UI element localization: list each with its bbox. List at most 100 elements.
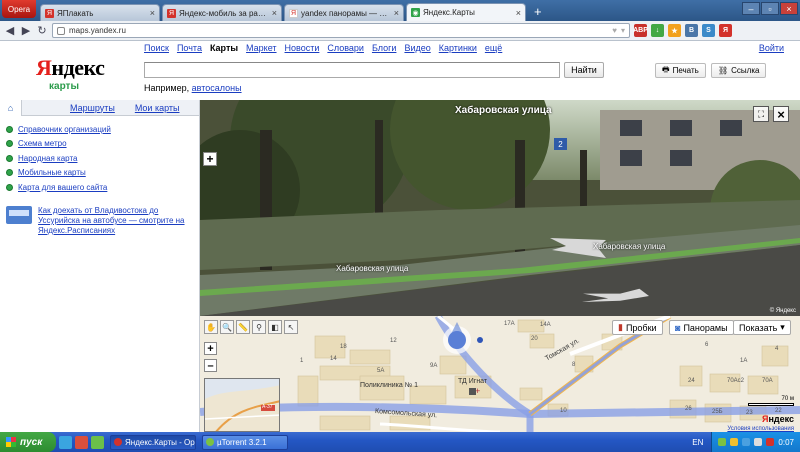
back-icon[interactable]: ◀ xyxy=(4,24,16,37)
tray-icon[interactable] xyxy=(766,438,775,446)
yandex-favicon-icon: Я xyxy=(167,8,176,18)
reload-icon[interactable]: ↻ xyxy=(36,24,48,37)
download-extension-icon[interactable]: ↓ xyxy=(651,24,664,37)
sidebar-item-label[interactable]: Мобильные карты xyxy=(18,168,86,177)
close-tab-icon[interactable]: × xyxy=(394,8,399,18)
sidebar-item-site-map[interactable]: Карта для вашего сайта xyxy=(6,180,199,195)
new-tab-button[interactable]: + xyxy=(534,5,542,19)
close-tab-icon[interactable]: × xyxy=(516,8,521,18)
volume-icon[interactable] xyxy=(754,438,763,446)
cursor-tool-icon[interactable]: ↖ xyxy=(284,320,298,334)
map-view[interactable]: + ✋ 🔍 📏 ⚲ ◧ ↖ + – А-37 ▮ Пробки ◙ Панорамы… xyxy=(200,316,800,432)
close-panorama-icon[interactable]: × xyxy=(773,106,789,122)
route-tool-icon[interactable]: ⚲ xyxy=(252,320,266,334)
sidebar-item-label[interactable]: Народная карта xyxy=(18,154,77,163)
poi-label-clinic[interactable]: Поликлиника № 1 xyxy=(360,382,418,389)
tab-title: yandex панорамы — Яндекс xyxy=(301,8,391,18)
magnifier-tool-icon[interactable]: 🔍 xyxy=(220,320,234,334)
tab-routes[interactable]: Маршруты xyxy=(70,103,115,113)
quicklaunch-icon[interactable] xyxy=(59,435,72,449)
minimize-icon[interactable]: – xyxy=(742,2,760,15)
maximize-icon[interactable]: ▫ xyxy=(761,2,779,15)
service-link[interactable]: Картинки xyxy=(439,43,477,53)
example-link[interactable]: автосалоны xyxy=(192,83,242,93)
adblock-extension-icon[interactable]: ABP xyxy=(633,24,648,37)
service-more-link[interactable]: ещё xyxy=(485,43,502,53)
map-yandex-logo[interactable]: Яндекс xyxy=(762,414,794,424)
close-window-icon[interactable]: × xyxy=(780,2,798,15)
service-link[interactable]: Маркет xyxy=(246,43,276,53)
service-link[interactable]: Видео xyxy=(404,43,430,53)
tray-icon[interactable] xyxy=(718,438,727,446)
language-indicator[interactable]: EN xyxy=(692,438,703,447)
bus-promo-link[interactable]: Как доехать от Владивостока до Уссурийск… xyxy=(38,206,188,236)
service-link[interactable]: Словари xyxy=(327,43,364,53)
taskbar-item-opera[interactable]: Яндекс.Карты - Opera xyxy=(110,434,196,450)
find-button[interactable]: Найти xyxy=(564,62,604,78)
quicklaunch-icon[interactable] xyxy=(75,435,88,449)
yandex-extension-icon[interactable]: Я xyxy=(719,24,732,37)
url-field[interactable]: maps.yandex.ru ♥ ▾ xyxy=(52,23,630,38)
building-number: 4 xyxy=(775,346,779,352)
tray-icon[interactable] xyxy=(730,438,739,446)
ruler-tool-icon[interactable]: 📏 xyxy=(236,320,250,334)
show-layers-dropdown[interactable]: Показать ▾ xyxy=(733,320,791,335)
tab-my-maps[interactable]: Мои карты xyxy=(135,103,180,113)
bus-promo[interactable]: Как доехать от Владивостока до Уссурийск… xyxy=(6,206,188,236)
service-link[interactable]: Новости xyxy=(285,43,320,53)
street-panorama[interactable]: Хабаровская улица Хабаровская улица Хаба… xyxy=(200,100,800,316)
browser-tab[interactable]: Я Яндекс-мобиль за работой × xyxy=(162,4,282,21)
fullscreen-icon[interactable]: ⛶ xyxy=(753,106,769,122)
panorama-street-label[interactable]: Хабаровская улица xyxy=(336,264,408,273)
login-link[interactable]: Войти xyxy=(759,43,784,53)
poi-label-shop[interactable]: ТД Игнат xyxy=(458,378,487,385)
sidebar-item-directory[interactable]: Справочник организаций xyxy=(6,122,199,137)
traffic-layer-button[interactable]: ▮ Пробки xyxy=(612,320,663,335)
close-tab-icon[interactable]: × xyxy=(272,8,277,18)
hand-tool-icon[interactable]: ✋ xyxy=(204,320,218,334)
browser-tab-active[interactable]: ◉ Яндекс.Карты × xyxy=(406,3,526,21)
sidebar-item-label[interactable]: Схема метро xyxy=(18,139,67,148)
sidebar-item-people-map[interactable]: Народная карта xyxy=(6,151,199,166)
service-link[interactable]: Почта xyxy=(177,43,202,53)
panoramas-layer-button[interactable]: ◙ Панорамы xyxy=(669,320,734,335)
star-extension-icon[interactable]: ★ xyxy=(668,24,681,37)
service-link[interactable]: Поиск xyxy=(144,43,169,53)
link-button[interactable]: ⛓ Ссылка xyxy=(711,63,767,78)
page-info-icon[interactable] xyxy=(57,26,65,35)
yandex-favicon-icon: Я xyxy=(45,8,54,18)
start-button[interactable]: пуск xyxy=(0,432,56,452)
zoom-out-button[interactable]: – xyxy=(204,359,217,372)
vk-extension-icon[interactable]: В xyxy=(685,24,698,37)
forward-icon[interactable]: ▶ xyxy=(20,24,32,37)
sidebar-item-label[interactable]: Карта для вашего сайта xyxy=(18,183,107,192)
tab-title: Яндекс-мобиль за работой xyxy=(179,8,269,18)
sidebar-item-metro[interactable]: Схема метро xyxy=(6,137,199,152)
search-example: Например, автосалоны xyxy=(144,83,242,93)
map-mode-icon[interactable]: ◧ xyxy=(268,320,282,334)
overview-minimap[interactable]: А-37 xyxy=(204,378,280,432)
zoom-in-button[interactable]: + xyxy=(204,342,217,355)
browser-tab[interactable]: Я ЯПлакать × xyxy=(40,4,160,21)
browser-tab[interactable]: Я yandex панорамы — Яндекс × xyxy=(284,4,404,21)
sidebar-item-label[interactable]: Справочник организаций xyxy=(18,125,111,134)
url-text: maps.yandex.ru xyxy=(69,26,126,35)
tray-icon[interactable] xyxy=(742,438,751,446)
home-tab-icon[interactable]: ⌂ xyxy=(0,99,22,116)
sidebar-item-mobile[interactable]: Мобильные карты xyxy=(6,166,199,181)
opera-menu-button[interactable]: Opera xyxy=(2,0,36,18)
skype-extension-icon[interactable]: S xyxy=(702,24,715,37)
search-input[interactable] xyxy=(144,62,560,78)
logo-subtitle[interactable]: карты xyxy=(49,81,79,92)
quicklaunch-icon[interactable] xyxy=(91,435,104,449)
panorama-street-label[interactable]: Хабаровская улица xyxy=(593,242,665,251)
print-button[interactable]: 🖶 Печать xyxy=(655,63,706,78)
yandex-logo[interactable]: Яндекс xyxy=(36,55,105,81)
bookmark-star-icon[interactable]: ♥ xyxy=(612,26,617,35)
panorama-zoom-in-button[interactable]: + xyxy=(203,152,217,166)
dropdown-arrow-icon[interactable]: ▾ xyxy=(621,26,625,35)
service-link[interactable]: Блоги xyxy=(372,43,396,53)
close-tab-icon[interactable]: × xyxy=(150,8,155,18)
taskbar-item-utorrent[interactable]: µTorrent 3.2.1 xyxy=(202,434,288,450)
clock[interactable]: 0:07 xyxy=(778,438,794,447)
